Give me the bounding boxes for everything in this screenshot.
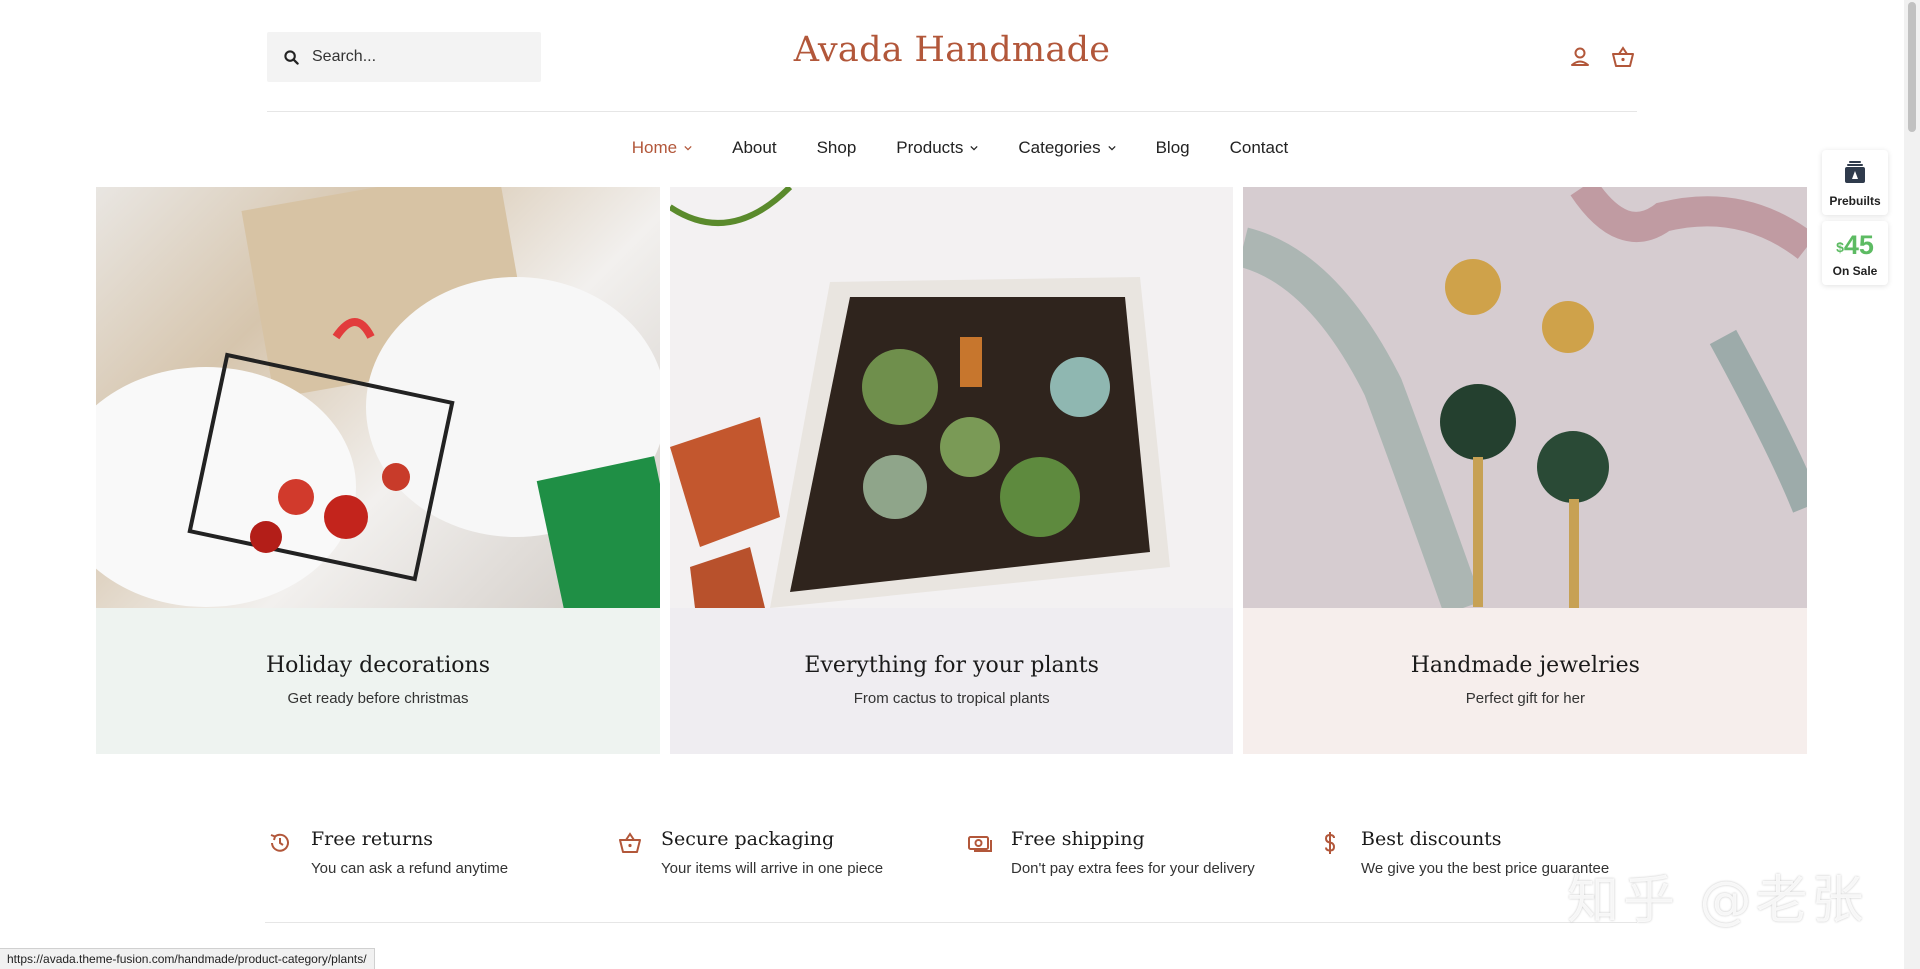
sale-price: $45 bbox=[1836, 230, 1874, 260]
page-scrollbar[interactable] bbox=[1904, 0, 1920, 969]
side-widget: Prebuilts $45 On Sale bbox=[1822, 150, 1888, 291]
nav-item-about[interactable]: About bbox=[712, 137, 796, 159]
feature-title: Free shipping bbox=[1011, 828, 1145, 850]
scrollbar-thumb[interactable] bbox=[1908, 2, 1916, 132]
chevron-down-icon bbox=[1107, 145, 1116, 151]
header-icons bbox=[1567, 44, 1636, 70]
watermark-text: 知乎 @老张 bbox=[1567, 871, 1868, 931]
card-caption: Everything for your plants From cactus t… bbox=[669, 608, 1234, 754]
prebuilts-label: Prebuilts bbox=[1829, 194, 1881, 208]
prebuilts-icon bbox=[1845, 161, 1865, 183]
jewelries-image bbox=[1243, 187, 1808, 615]
browser-status-bar: https://avada.theme-fusion.com/handmade/… bbox=[0, 948, 375, 969]
feature-item: Free shipping Don't pay extra fees for y… bbox=[967, 828, 1317, 877]
dollar-icon bbox=[1324, 832, 1336, 854]
prebuilts-button[interactable]: Prebuilts bbox=[1822, 150, 1888, 215]
user-account-icon[interactable] bbox=[1567, 44, 1593, 70]
nav-item-blog[interactable]: Blog bbox=[1136, 137, 1210, 159]
nav-item-home[interactable]: Home bbox=[612, 137, 712, 159]
feature-subtitle: Don't pay extra fees for your delivery bbox=[1011, 860, 1255, 877]
feature-subtitle: Your items will arrive in one piece bbox=[661, 860, 884, 877]
features-row: Free returns You can ask a refund anytim… bbox=[267, 828, 1667, 877]
basket-icon bbox=[619, 832, 641, 853]
card-title: Handmade jewelries bbox=[1410, 653, 1640, 678]
chevron-down-icon bbox=[970, 145, 978, 151]
sale-price-button[interactable]: $45 On Sale bbox=[1822, 221, 1888, 285]
feature-item: Free returns You can ask a refund anytim… bbox=[267, 828, 617, 877]
nav-item-products[interactable]: Products bbox=[876, 137, 998, 159]
feature-item: Secure packaging Your items will arrive … bbox=[617, 828, 967, 877]
card-caption: Holiday decorations Get ready before chr… bbox=[96, 608, 660, 754]
feature-subtitle: You can ask a refund anytime bbox=[311, 860, 509, 877]
holiday-decorations-image bbox=[96, 187, 660, 628]
money-icon bbox=[968, 836, 992, 852]
nav-item-categories[interactable]: Categories bbox=[998, 137, 1135, 159]
history-icon bbox=[270, 833, 289, 852]
category-card-jewelries[interactable]: Handmade jewelries Perfect gift for her bbox=[1243, 187, 1808, 754]
chevron-down-icon bbox=[684, 145, 692, 151]
nav-item-shop[interactable]: Shop bbox=[797, 137, 877, 159]
card-title: Everything for your plants bbox=[804, 653, 1099, 678]
cart-basket-icon[interactable] bbox=[1610, 44, 1636, 70]
feature-title: Free returns bbox=[311, 828, 434, 850]
section-divider bbox=[265, 922, 1637, 923]
card-subtitle: From cactus to tropical plants bbox=[853, 690, 1050, 707]
category-card-plants[interactable]: Everything for your plants From cactus t… bbox=[669, 187, 1234, 754]
feature-title: Best discounts bbox=[1361, 828, 1502, 850]
category-card-holiday[interactable]: Holiday decorations Get ready before chr… bbox=[96, 187, 660, 754]
category-cards: Holiday decorations Get ready before chr… bbox=[96, 187, 1808, 754]
card-subtitle: Perfect gift for her bbox=[1465, 690, 1585, 707]
card-title: Holiday decorations bbox=[265, 653, 490, 678]
nav-item-contact[interactable]: Contact bbox=[1210, 137, 1309, 159]
on-sale-label: On Sale bbox=[1832, 264, 1878, 278]
card-caption: Handmade jewelries Perfect gift for her bbox=[1243, 608, 1808, 754]
feature-title: Secure packaging bbox=[661, 828, 835, 850]
header-divider bbox=[267, 111, 1637, 112]
card-subtitle: Get ready before christmas bbox=[287, 690, 469, 707]
main-nav: Home About Shop Products Categories Blog… bbox=[0, 137, 1920, 159]
plants-image bbox=[669, 187, 1234, 608]
